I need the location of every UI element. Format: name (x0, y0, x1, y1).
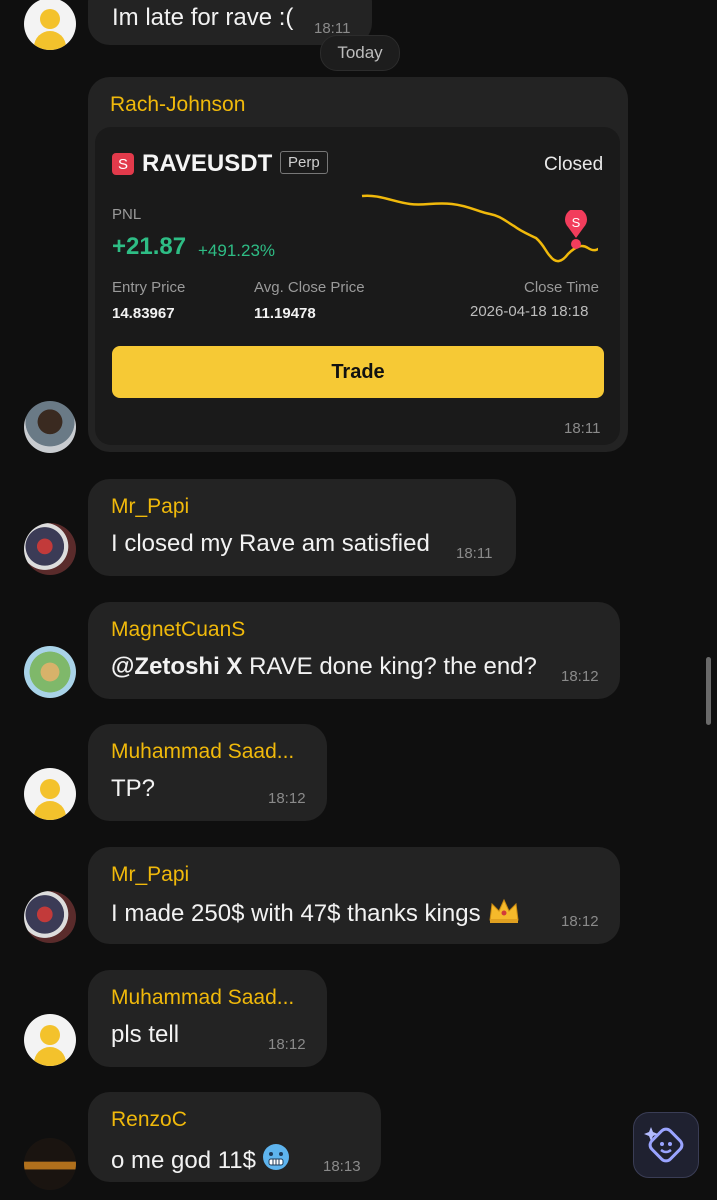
message-time: 18:13 (323, 1158, 361, 1175)
message-username[interactable]: MagnetCuanS (111, 618, 245, 642)
ai-assistant-button[interactable] (633, 1112, 699, 1178)
message-username[interactable]: RenzoC (111, 1108, 187, 1132)
crown-icon (488, 898, 519, 923)
price-line-chart (361, 194, 598, 263)
message-bubble (88, 602, 620, 699)
message-username[interactable]: Mr_Papi (111, 863, 189, 887)
date-separator: Today (320, 35, 400, 71)
avatar-renzoc[interactable] (24, 1138, 76, 1190)
message-time: 18:12 (561, 913, 599, 930)
sell-marker-pin: S (565, 210, 587, 238)
message-bubble (88, 479, 516, 576)
message-username[interactable]: Mr_Papi (111, 495, 189, 519)
message-bubble (88, 847, 620, 944)
avatar-muhammad-saad[interactable] (24, 1014, 76, 1066)
avatar-mr-papi[interactable] (24, 891, 76, 943)
entry-price-label: Entry Price (112, 279, 186, 296)
message-text: I made 250$ with 47$ thanks kings (111, 898, 521, 928)
message-time: 18:11 (456, 545, 493, 562)
message-body: I made 250$ with 47$ thanks kings (111, 900, 481, 927)
message-username[interactable]: Muhammad Saad... (111, 740, 294, 764)
message-username[interactable]: Muhammad Saad... (111, 986, 294, 1010)
close-time-value: 2026-04-18 18:18 (470, 303, 589, 320)
close-point-dot (571, 239, 581, 249)
avatar-rach-johnson[interactable] (24, 401, 76, 453)
avatar-mr-papi[interactable] (24, 523, 76, 575)
avatar-top[interactable] (24, 0, 76, 50)
message-text-top: Im late for rave :( (112, 4, 294, 31)
message-text: I closed my Rave am satisfied (111, 530, 430, 557)
pnl-percent: +491.23% (198, 241, 276, 260)
entry-price-value: 14.83967 (112, 305, 175, 322)
message-body: o me god 11$ (111, 1147, 256, 1174)
avatar-magnetcuans[interactable] (24, 646, 76, 698)
trade-share-username[interactable]: Rach-Johnson (110, 93, 245, 117)
perp-badge: Perp (280, 151, 328, 174)
message-text: @Zetoshi X RAVE done king? the end? (111, 653, 537, 681)
message-body: RAVE done king? the end? (242, 653, 537, 680)
trade-button[interactable]: Trade (112, 346, 604, 398)
pnl-value: +21.87 (112, 233, 187, 260)
message-time: 18:12 (268, 790, 306, 807)
close-time-label: Close Time (524, 279, 600, 296)
message-text: o me god 11$ (111, 1143, 290, 1175)
trade-symbol: RAVEUSDT (142, 150, 273, 177)
mention[interactable]: @Zetoshi X (111, 653, 242, 680)
message-text: pls tell (111, 1021, 180, 1048)
pnl-label: PNL (112, 206, 142, 223)
ai-sparkle-icon (644, 1127, 684, 1163)
symbol-s-icon: S (112, 153, 134, 175)
avatar-muhammad-saad[interactable] (24, 768, 76, 820)
scrollbar-thumb[interactable] (706, 657, 711, 725)
trade-share-time: 18:11 (564, 420, 601, 437)
avg-close-value: 11.19478 (254, 305, 316, 322)
freezing-face-icon (263, 1144, 289, 1170)
message-time: 18:12 (561, 668, 599, 685)
message-text: TP? (111, 775, 156, 802)
sell-marker-label: S (572, 215, 581, 230)
trade-status: Closed (544, 154, 604, 175)
avg-close-label: Avg. Close Price (254, 279, 365, 296)
message-time: 18:12 (268, 1036, 306, 1053)
